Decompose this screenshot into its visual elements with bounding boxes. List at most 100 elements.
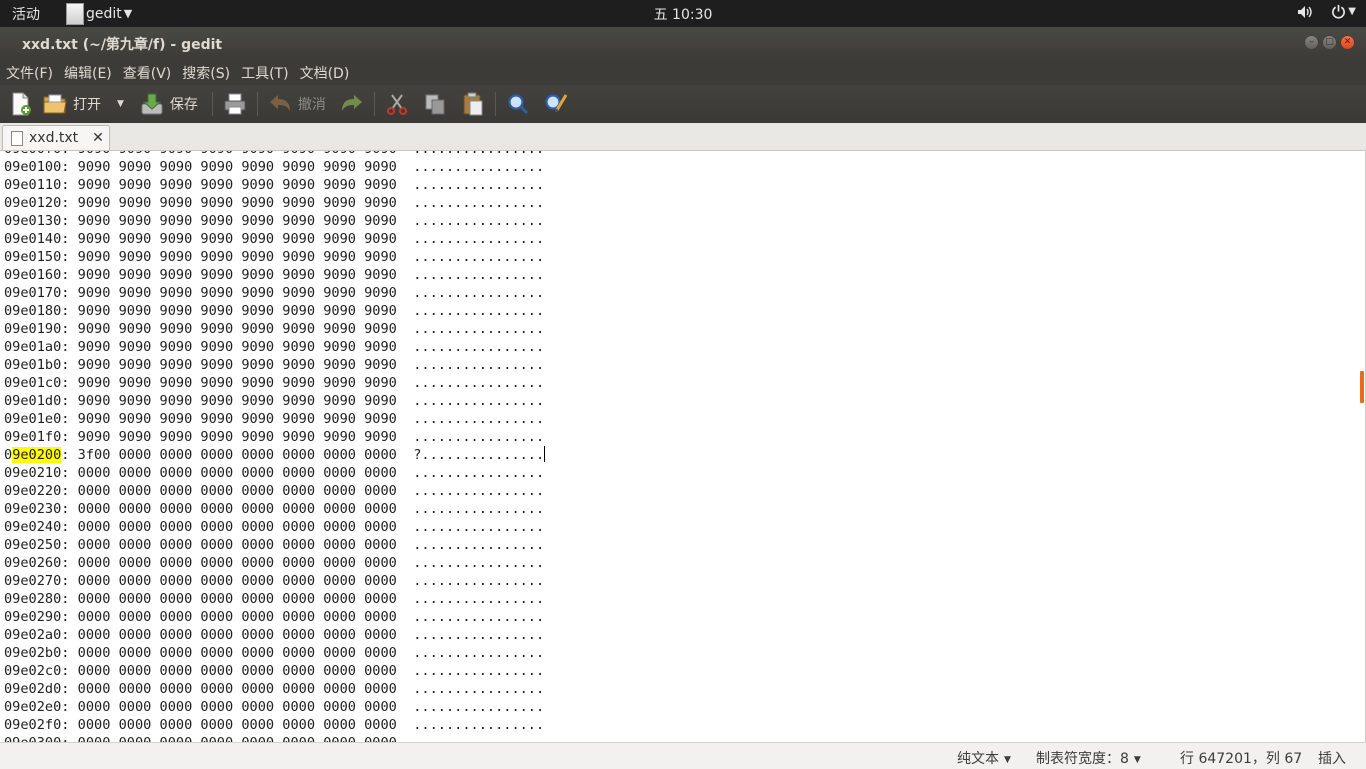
line-ascii: ................: [413, 717, 545, 733]
hexdump-line: 09e01c0: 9090 9090 9090 9090 9090 9090 9…: [4, 375, 545, 391]
line-address: 09e0100: [4, 159, 62, 175]
line-hex: 9090 9090 9090 9090 9090 9090 9090 9090: [77, 213, 397, 229]
line-ascii: ................: [413, 681, 545, 697]
open-recent-dropdown-icon[interactable]: ▼: [117, 99, 124, 109]
hexdump-line: 09e0200: 3f00 0000 0000 0000 0000 0000 0…: [4, 446, 546, 463]
cut-button[interactable]: [385, 89, 409, 119]
maximize-button[interactable]: □: [1322, 35, 1337, 50]
save-button[interactable]: 保存: [140, 89, 198, 119]
language-selector[interactable]: 纯文本 ▼: [957, 748, 1011, 768]
menu-tools[interactable]: 工具(T): [235, 59, 293, 85]
copy-icon: [423, 92, 447, 116]
line-hex: 9090 9090 9090 9090 9090 9090 9090 9090: [77, 411, 397, 427]
line-ascii: ................: [413, 501, 545, 517]
line-address: 09e02c0: [4, 663, 62, 679]
line-address: 09e01b0: [4, 357, 62, 373]
open-button[interactable]: 打开: [43, 89, 101, 119]
hexdump-line: 09e0170: 9090 9090 9090 9090 9090 9090 9…: [4, 285, 545, 301]
line-hex: 9090 9090 9090 9090 9090 9090 9090 9090: [77, 231, 397, 247]
hexdump-line: 09e0300: 0000 0000 0000 0000 0000 0000 0…: [4, 734, 545, 742]
line-ascii: ................: [413, 213, 545, 229]
line-address: 09e02a0: [4, 627, 62, 643]
redo-button[interactable]: [340, 89, 364, 119]
line-hex: 0000 0000 0000 0000 0000 0000 0000 0000: [77, 699, 397, 715]
print-button[interactable]: [223, 89, 247, 119]
line-hex: 0000 0000 0000 0000 0000 0000 0000 0000: [78, 735, 397, 742]
line-ascii: ................: [413, 555, 545, 571]
line-ascii: ................: [413, 285, 545, 301]
line-hex: 0000 0000 0000 0000 0000 0000 0000 0000: [77, 591, 397, 607]
line-address: 09e01a0: [4, 339, 62, 355]
hexdump-line: 09e02d0: 0000 0000 0000 0000 0000 0000 0…: [4, 681, 545, 697]
line-hex: 0000 0000 0000 0000 0000 0000 0000 0000: [77, 717, 397, 733]
hexdump-line: 09e0180: 9090 9090 9090 9090 9090 9090 9…: [4, 303, 545, 319]
window-title-bar[interactable]: xxd.txt (~/第九章/f) - gedit – □ ✕: [0, 27, 1366, 59]
line-ascii: ................: [413, 429, 545, 445]
line-ascii: ................: [413, 357, 545, 373]
line-hex: 9090 9090 9090 9090 9090 9090 9090 9090: [77, 285, 397, 301]
line-hex: 0000 0000 0000 0000 0000 0000 0000 0000: [77, 519, 397, 535]
hexdump-line: 09e02a0: 0000 0000 0000 0000 0000 0000 0…: [4, 627, 545, 643]
clock[interactable]: 五 10:30: [0, 4, 1366, 24]
text-editor[interactable]: 09e00f0: 9090 9090 9090 9090 9090 9090 9…: [0, 151, 1366, 742]
toolbar-separator: [211, 92, 213, 116]
tab-xxd-txt[interactable]: xxd.txt ✕: [2, 125, 110, 150]
hexdump-line: 09e0150: 9090 9090 9090 9090 9090 9090 9…: [4, 249, 545, 265]
close-tab-icon[interactable]: ✕: [92, 130, 104, 146]
line-hex: 0000 0000 0000 0000 0000 0000 0000 0000: [77, 465, 397, 481]
find-replace-button[interactable]: [544, 89, 568, 119]
close-button[interactable]: ✕: [1340, 35, 1355, 50]
line-ascii: ................: [413, 393, 545, 409]
line-address: 09e0300: [4, 735, 61, 742]
minimize-button[interactable]: –: [1304, 35, 1319, 50]
line-ascii: ................: [413, 663, 545, 679]
line-ascii: ................: [413, 321, 545, 337]
volume-menu[interactable]: [1297, 5, 1313, 19]
line-hex: 0000 0000 0000 0000 0000 0000 0000 0000: [77, 501, 397, 517]
paste-button[interactable]: [461, 89, 485, 119]
line-address: 09e01c0: [4, 375, 62, 391]
line-hex: 0000 0000 0000 0000 0000 0000 0000 0000: [77, 627, 397, 643]
menu-documents[interactable]: 文档(D): [294, 59, 355, 85]
undo-button[interactable]: 撤消: [268, 89, 326, 119]
line-ascii: ................: [413, 231, 545, 247]
paste-icon: [461, 92, 485, 116]
new-document-button[interactable]: [9, 89, 33, 119]
chevron-down-icon: ▼: [1004, 755, 1011, 765]
menu-edit[interactable]: 编辑(E): [58, 59, 117, 85]
line-ascii: ................: [413, 339, 545, 355]
line-hex: 9090 9090 9090 9090 9090 9090 9090 9090: [77, 177, 397, 193]
top-panel: 活动 gedit ▼ 五 10:30 ▼: [0, 0, 1366, 27]
text-cursor: [544, 446, 546, 462]
line-address: 09e0130: [4, 213, 62, 229]
menu-search[interactable]: 搜索(S): [176, 59, 235, 85]
line-hex: 9090 9090 9090 9090 9090 9090 9090 9090: [77, 195, 397, 211]
menu-view[interactable]: 查看(V): [117, 59, 177, 85]
line-address: 09e01f0: [4, 429, 62, 445]
window-title: xxd.txt (~/第九章/f) - gedit: [22, 37, 223, 53]
line-ascii: ................: [413, 159, 545, 175]
line-ascii: ?...............: [413, 447, 545, 463]
line-hex: 9090 9090 9090 9090 9090 9090 9090 9090: [77, 321, 397, 337]
line-ascii: ................: [413, 465, 545, 481]
copy-button[interactable]: [423, 89, 447, 119]
system-tray: ▼: [1297, 4, 1356, 19]
hexdump-line: 09e02e0: 0000 0000 0000 0000 0000 0000 0…: [4, 699, 545, 715]
hexdump-line: 09e0160: 9090 9090 9090 9090 9090 9090 9…: [4, 267, 545, 283]
hexdump-line: 09e01b0: 9090 9090 9090 9090 9090 9090 9…: [4, 357, 545, 373]
menu-bar: 文件(F) 编辑(E) 查看(V) 搜索(S) 工具(T) 文档(D): [0, 59, 1366, 85]
line-address: 09e0160: [4, 267, 62, 283]
menu-file[interactable]: 文件(F): [0, 59, 58, 85]
hexdump-line: 09e0130: 9090 9090 9090 9090 9090 9090 9…: [4, 213, 545, 229]
power-menu[interactable]: ▼: [1331, 4, 1356, 19]
line-hex: 9090 9090 9090 9090 9090 9090 9090 9090: [77, 375, 397, 391]
tab-bar: xxd.txt ✕: [0, 123, 1366, 151]
scrollbar-position-marker[interactable]: [1360, 371, 1364, 403]
line-hex: 0000 0000 0000 0000 0000 0000 0000 0000: [77, 483, 397, 499]
line-ascii: ................: [413, 573, 545, 589]
line-hex: 9090 9090 9090 9090 9090 9090 9090 9090: [77, 357, 397, 373]
tab-width-selector[interactable]: 制表符宽度：8 ▼: [1036, 748, 1141, 768]
find-button[interactable]: [506, 89, 530, 119]
hexdump-line: 09e00f0: 9090 9090 9090 9090 9090 9090 9…: [4, 151, 545, 158]
hexdump-line: 09e0270: 0000 0000 0000 0000 0000 0000 0…: [4, 573, 545, 589]
